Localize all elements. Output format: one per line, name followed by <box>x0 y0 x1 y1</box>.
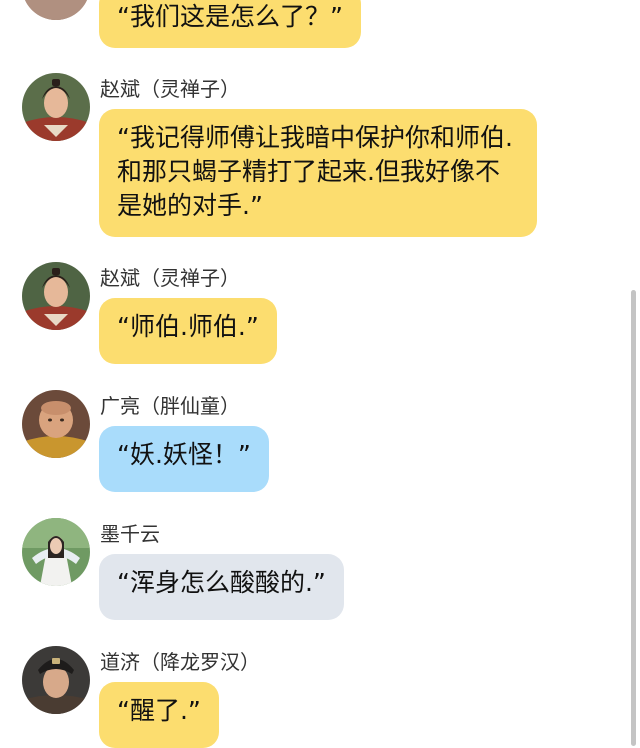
message-bubble[interactable]: “妖.妖怪！” <box>99 426 269 492</box>
sender-name: 赵斌（灵禅子） <box>100 77 240 101</box>
message-text: “醒了.” <box>117 696 201 725</box>
avatar[interactable] <box>22 518 90 586</box>
message-text: “师伯.师伯.” <box>117 312 259 341</box>
avatar[interactable] <box>22 73 90 141</box>
chat-scroll-area[interactable]: “我们这是怎么了？” 赵斌（灵禅子） “我记得师傅让我暗中保护你和师伯.和那只蝎… <box>0 0 640 748</box>
sender-name: 道济（降龙罗汉） <box>100 650 260 674</box>
message-text: “我们这是怎么了？” <box>117 2 343 31</box>
avatar[interactable] <box>22 390 90 458</box>
sender-name: 墨千云 <box>100 522 160 546</box>
message-text: “妖.妖怪！” <box>117 440 251 469</box>
avatar[interactable] <box>22 646 90 714</box>
sender-name: 广亮（胖仙童） <box>100 394 240 418</box>
message-text: “我记得师傅让我暗中保护你和师伯.和那只蝎子精打了起来.但我好像不是她的对手.” <box>117 123 513 220</box>
sender-name: 赵斌（灵禅子） <box>100 266 240 290</box>
avatar[interactable] <box>22 0 90 20</box>
scrollbar-thumb[interactable] <box>631 290 636 746</box>
avatar[interactable] <box>22 262 90 330</box>
message-bubble[interactable]: “我们这是怎么了？” <box>99 0 361 48</box>
message-bubble[interactable]: “浑身怎么酸酸的.” <box>99 554 344 620</box>
message-bubble[interactable]: “我记得师傅让我暗中保护你和师伯.和那只蝎子精打了起来.但我好像不是她的对手.” <box>99 109 537 237</box>
message-text: “浑身怎么酸酸的.” <box>117 568 326 597</box>
message-bubble[interactable]: “醒了.” <box>99 682 219 748</box>
message-bubble[interactable]: “师伯.师伯.” <box>99 298 277 364</box>
